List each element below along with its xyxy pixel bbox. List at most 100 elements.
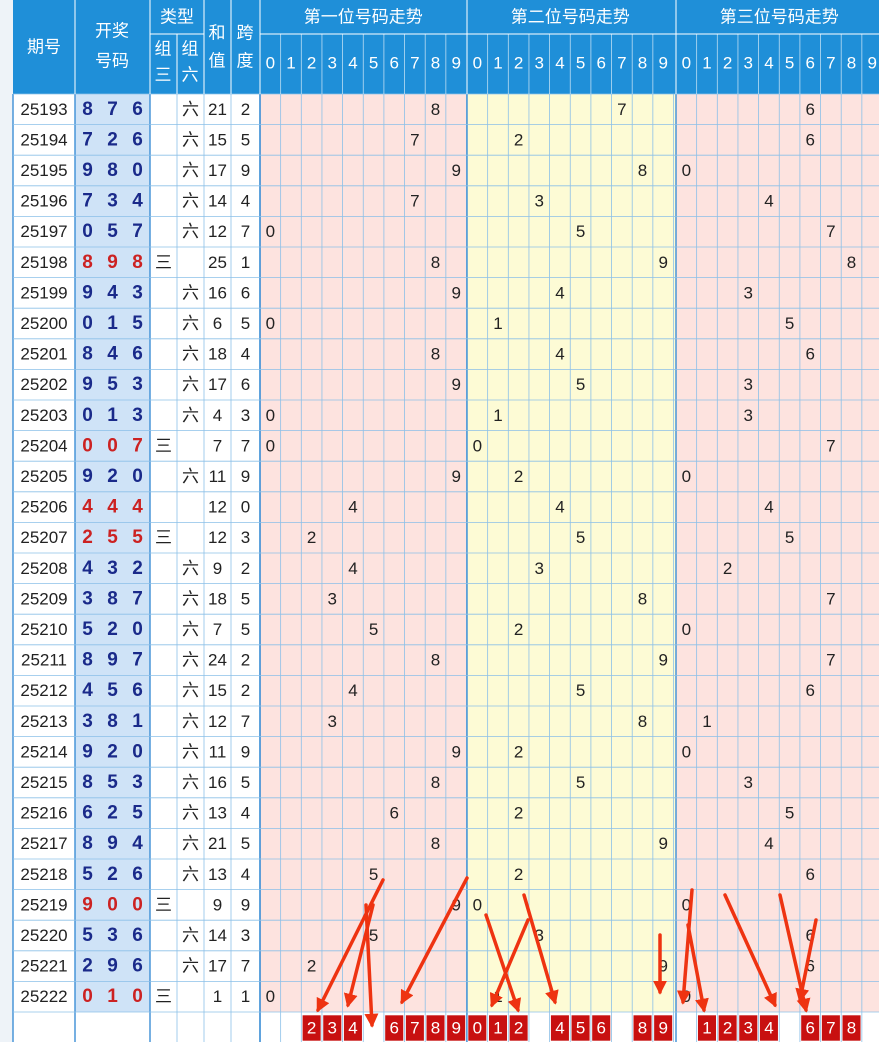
draw-digit: 1 — [107, 405, 118, 426]
trend-digit: 5 — [785, 804, 794, 823]
trend-digit: 3 — [535, 192, 544, 211]
draw-digit: 6 — [132, 344, 143, 365]
header-digit: 9 — [658, 54, 667, 73]
type-g6-cell: 六 — [182, 712, 199, 731]
span-cell: 5 — [241, 130, 250, 149]
header-digit: 8 — [847, 54, 856, 73]
header-sum-a: 和 — [209, 24, 226, 43]
header-digit: 7 — [410, 54, 419, 73]
draw-digit: 4 — [107, 497, 118, 518]
sum-cell: 12 — [208, 712, 227, 731]
draw-digit: 0 — [132, 894, 143, 915]
draw-digit: 0 — [132, 619, 143, 640]
span-cell: 2 — [241, 100, 250, 119]
draw-digit: 1 — [132, 711, 143, 732]
draw-digit: 8 — [82, 650, 93, 671]
trend-digit: 2 — [514, 865, 523, 884]
header-draw-line1: 开奖 — [95, 22, 129, 41]
trend-digit: 2 — [723, 559, 732, 578]
trend-digit: 6 — [805, 345, 814, 364]
draw-digit: 7 — [132, 435, 143, 456]
forecast-digit: 1 — [702, 1019, 711, 1038]
trend-digit: 5 — [369, 865, 378, 884]
draw-digit: 3 — [82, 711, 93, 732]
type-g6-cell: 六 — [182, 651, 199, 670]
span-cell: 4 — [241, 804, 250, 823]
draw-digit: 0 — [82, 405, 93, 426]
type-g6-cell: 六 — [182, 589, 199, 608]
type-g6-cell: 六 — [182, 192, 199, 211]
header-pos2: 第二位号码走势 — [511, 8, 630, 27]
trend-digit: 7 — [826, 651, 835, 670]
draw-digit: 8 — [132, 252, 143, 273]
header-digit: 0 — [682, 54, 691, 73]
draw-digit: 2 — [107, 864, 118, 885]
trend-digit: 2 — [514, 467, 523, 486]
draw-digit: 6 — [132, 864, 143, 885]
forecast-digit: 2 — [514, 1019, 523, 1038]
sum-cell: 12 — [208, 222, 227, 241]
left-margin — [0, 0, 13, 1042]
draw-digit: 2 — [107, 803, 118, 824]
header-g3-b: 三 — [155, 66, 172, 85]
sum-cell: 15 — [208, 681, 227, 700]
forecast-digit: 9 — [658, 1019, 667, 1038]
draw-digit: 0 — [82, 986, 93, 1007]
draw-digit: 9 — [107, 252, 118, 273]
forecast-digit: 9 — [451, 1019, 460, 1038]
draw-digit: 4 — [132, 833, 143, 854]
span-cell: 3 — [241, 528, 250, 547]
header-digit: 6 — [805, 54, 814, 73]
period-cell: 25221 — [20, 957, 67, 976]
sum-cell: 4 — [213, 406, 222, 425]
draw-digit: 3 — [107, 191, 118, 212]
trend-digit: 2 — [514, 620, 523, 639]
type-g6-cell: 六 — [182, 742, 199, 761]
span-cell: 1 — [241, 987, 250, 1006]
trend-digit: 8 — [431, 345, 440, 364]
forecast-digit: 7 — [826, 1019, 835, 1038]
trend-digit: 4 — [348, 498, 357, 517]
draw-digit: 7 — [82, 129, 93, 150]
trend-digit: 0 — [266, 406, 275, 425]
trend-digit: 6 — [805, 865, 814, 884]
sum-cell: 17 — [208, 375, 227, 394]
trend-digit: 6 — [805, 100, 814, 119]
span-cell: 1 — [241, 253, 250, 272]
header-digit: 9 — [867, 54, 876, 73]
header-pos1: 第一位号码走势 — [304, 8, 423, 27]
trend-digit: 8 — [638, 712, 647, 731]
trend-digit: 0 — [682, 161, 691, 180]
type-g6-cell: 六 — [182, 283, 199, 302]
sum-cell: 25 — [208, 253, 227, 272]
type-g6-cell: 六 — [182, 804, 199, 823]
draw-digit: 9 — [82, 741, 93, 762]
trend-digit: 1 — [702, 712, 711, 731]
trend-digit: 9 — [451, 467, 460, 486]
draw-digit: 4 — [82, 497, 93, 518]
span-cell: 9 — [241, 895, 250, 914]
span-cell: 3 — [241, 406, 250, 425]
draw-digit: 0 — [107, 894, 118, 915]
type-g6-cell: 六 — [182, 957, 199, 976]
span-cell: 9 — [241, 161, 250, 180]
forecast-digit: 5 — [576, 1019, 585, 1038]
trend-digit: 0 — [266, 436, 275, 455]
trend-digit: 5 — [785, 528, 794, 547]
trend-digit: 1 — [493, 314, 502, 333]
trend-digit: 9 — [658, 253, 667, 272]
type-g6-cell: 六 — [182, 314, 199, 333]
header-g6-a: 组 — [182, 40, 199, 59]
span-cell: 0 — [241, 498, 250, 517]
draw-digit: 3 — [132, 405, 143, 426]
draw-digit: 5 — [82, 864, 93, 885]
draw-digit: 9 — [82, 160, 93, 181]
trend-digit: 9 — [451, 375, 460, 394]
header-digit: 1 — [286, 54, 295, 73]
sum-cell: 13 — [208, 865, 227, 884]
span-cell: 6 — [241, 375, 250, 394]
period-cell: 25193 — [20, 100, 67, 119]
trend-digit: 8 — [431, 253, 440, 272]
period-cell: 25206 — [20, 498, 67, 517]
draw-digit: 5 — [82, 925, 93, 946]
